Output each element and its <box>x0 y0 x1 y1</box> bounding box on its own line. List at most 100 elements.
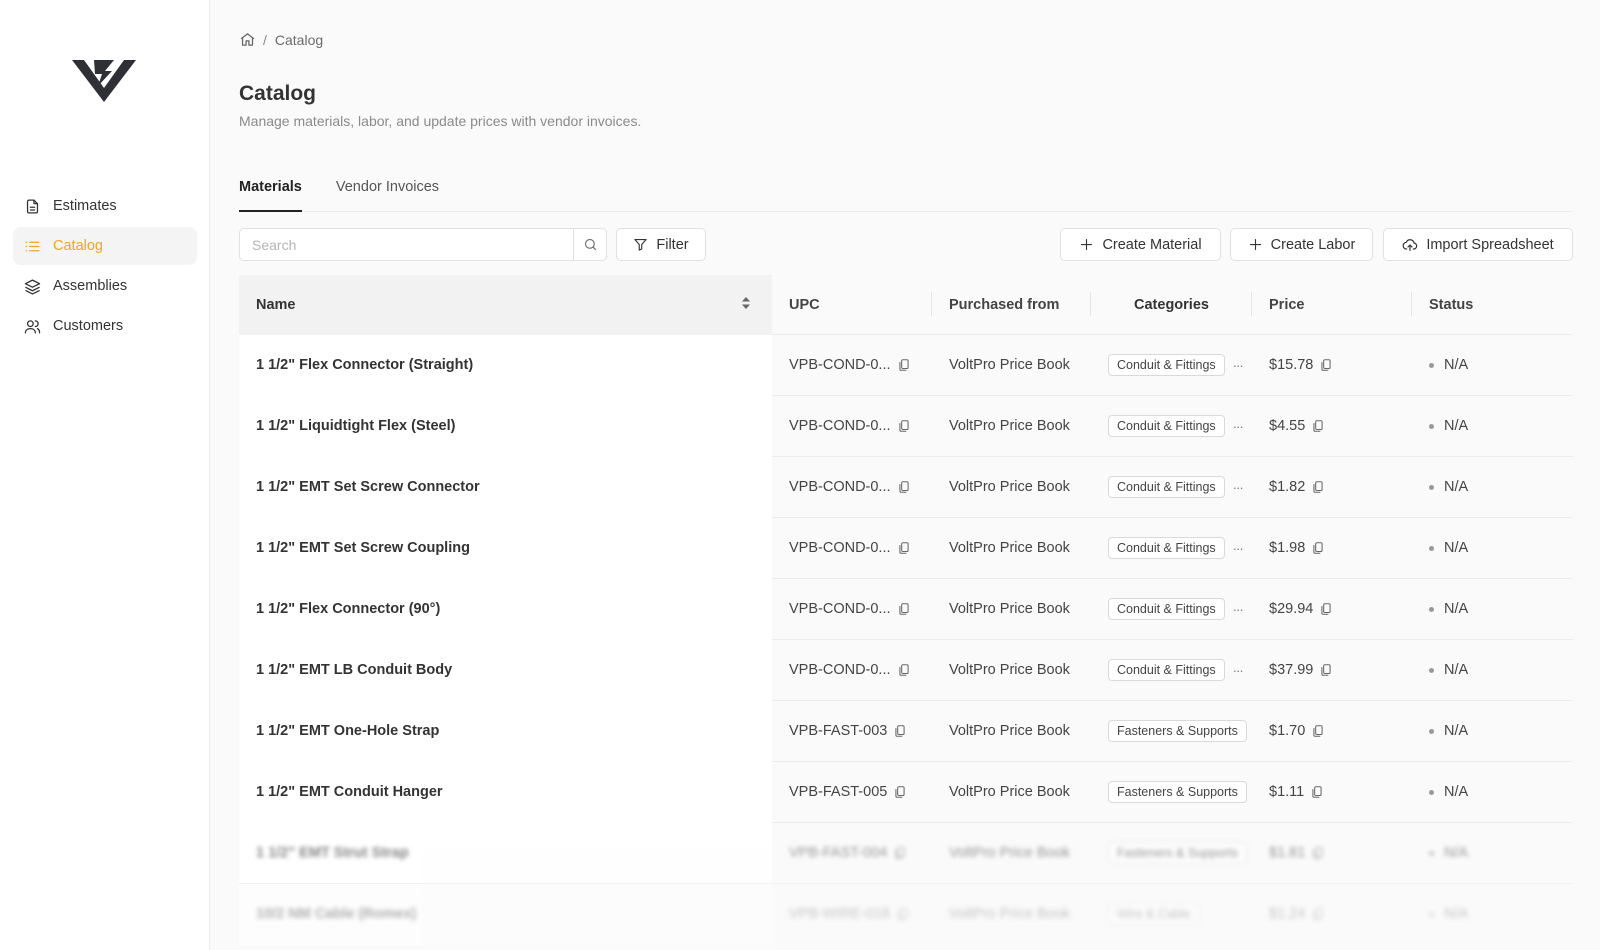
copy-icon[interactable] <box>1319 358 1333 372</box>
table-row[interactable]: 1 1/2" EMT One-Hole Strap VPB-FAST-003 V… <box>239 700 1573 762</box>
price-value: $4.55 <box>1269 418 1306 434</box>
sidebar-item-label: Catalog <box>53 238 103 254</box>
main-content: / Catalog Catalog Manage materials, labo… <box>211 0 1600 950</box>
copy-icon[interactable] <box>1311 907 1325 921</box>
plus-icon <box>1079 237 1094 252</box>
copy-icon[interactable] <box>897 419 911 433</box>
material-name[interactable]: 1 1/2" EMT Set Screw Coupling <box>256 540 470 556</box>
purchased-from-value: VoltPro Price Book <box>949 784 1070 800</box>
table-header: Name UPC Purchased from Categories Price… <box>239 274 1573 336</box>
copy-icon[interactable] <box>897 663 911 677</box>
material-name[interactable]: 1 1/2" EMT One-Hole Strap <box>256 723 439 739</box>
copy-icon[interactable] <box>896 907 910 921</box>
category-badge: Conduit & Fittings <box>1108 476 1225 498</box>
home-icon[interactable] <box>239 31 256 48</box>
more-categories-icon[interactable]: ··· <box>1233 663 1244 678</box>
tab-vendor-invoices[interactable]: Vendor Invoices <box>336 176 439 212</box>
purchased-from-value: VoltPro Price Book <box>949 662 1070 678</box>
column-header-price[interactable]: Price <box>1252 275 1412 336</box>
status-dot-icon <box>1429 484 1434 490</box>
sidebar-item-label: Estimates <box>53 198 117 214</box>
status-value: N/A <box>1444 357 1469 373</box>
copy-icon[interactable] <box>897 602 911 616</box>
purchased-from-value: VoltPro Price Book <box>949 906 1070 922</box>
status-value: N/A <box>1444 906 1469 922</box>
table-row[interactable]: 1 1/2" EMT Set Screw Coupling VPB-COND-0… <box>239 517 1573 579</box>
tab-materials[interactable]: Materials <box>239 176 302 212</box>
column-header-status[interactable]: Status <box>1412 275 1573 336</box>
copy-icon[interactable] <box>1310 785 1324 799</box>
material-name[interactable]: 1 1/2" Flex Connector (90°) <box>256 601 440 617</box>
create-labor-label: Create Labor <box>1270 236 1356 253</box>
status-value: N/A <box>1444 723 1469 739</box>
table-row[interactable]: 1 1/2" Flex Connector (Straight) VPB-CON… <box>239 334 1573 396</box>
column-header-name[interactable]: Name <box>239 274 772 336</box>
table-row[interactable]: 1 1/2" Flex Connector (90°) VPB-COND-0..… <box>239 578 1573 640</box>
category-badge: Fasteners & Supports <box>1108 720 1247 742</box>
price-value: $29.94 <box>1269 601 1314 617</box>
material-name[interactable]: 1 1/2" EMT Set Screw Connector <box>256 479 480 495</box>
create-material-button[interactable]: Create Material <box>1060 228 1221 261</box>
status-dot-icon <box>1429 423 1434 429</box>
copy-icon[interactable] <box>1319 663 1333 677</box>
more-categories-icon[interactable]: ··· <box>1233 602 1244 617</box>
material-name[interactable]: 1 1/2" EMT LB Conduit Body <box>256 662 452 678</box>
status-dot-icon <box>1429 606 1434 612</box>
material-name[interactable]: 1 1/2" EMT Conduit Hanger <box>256 784 443 800</box>
more-categories-icon[interactable]: ··· <box>1233 541 1244 556</box>
purchased-from-value: VoltPro Price Book <box>949 723 1070 739</box>
voltpro-logo[interactable] <box>72 60 136 104</box>
price-value: $15.78 <box>1269 357 1314 373</box>
filter-button[interactable]: Filter <box>616 228 706 261</box>
table-body: 1 1/2" Flex Connector (Straight) VPB-CON… <box>239 334 1573 945</box>
column-header-categories[interactable]: Categories <box>1091 275 1252 336</box>
status-dot-icon <box>1429 728 1434 734</box>
material-name[interactable]: 1 1/2" Liquidtight Flex (Steel) <box>256 418 455 434</box>
category-badge: Conduit & Fittings <box>1108 354 1225 376</box>
search-icon[interactable] <box>573 229 606 260</box>
sidebar-item-catalog[interactable]: Catalog <box>13 227 197 265</box>
status-value: N/A <box>1444 540 1469 556</box>
material-name[interactable]: 1 1/2" Flex Connector (Straight) <box>256 357 473 373</box>
table-row[interactable]: 1 1/2" EMT Strut Strap VPB-FAST-004 Volt… <box>239 822 1573 884</box>
copy-icon[interactable] <box>897 358 911 372</box>
search-input[interactable] <box>240 229 573 260</box>
purchased-from-value: VoltPro Price Book <box>949 845 1070 861</box>
table-row[interactable]: 1 1/2" EMT LB Conduit Body VPB-COND-0...… <box>239 639 1573 701</box>
status-value: N/A <box>1444 845 1469 861</box>
copy-icon[interactable] <box>893 846 907 860</box>
copy-icon[interactable] <box>1311 419 1325 433</box>
sort-icon[interactable] <box>741 296 751 314</box>
toolbar: Filter Create Material Create Labor Impo… <box>239 228 1573 262</box>
material-name[interactable]: 1 1/2" EMT Strut Strap <box>256 845 409 861</box>
breadcrumb-current[interactable]: Catalog <box>275 32 323 48</box>
copy-icon[interactable] <box>897 480 911 494</box>
copy-icon[interactable] <box>1311 846 1325 860</box>
copy-icon[interactable] <box>897 541 911 555</box>
material-name[interactable]: 10/2 NM Cable (Romex) <box>256 906 416 922</box>
more-categories-icon[interactable]: ··· <box>1233 419 1244 434</box>
table-row[interactable]: 10/2 NM Cable (Romex) VPB-WIRE-018 VoltP… <box>239 883 1573 945</box>
column-header-purchased-from[interactable]: Purchased from <box>932 275 1091 336</box>
copy-icon[interactable] <box>893 785 907 799</box>
more-categories-icon[interactable]: ··· <box>1233 358 1244 373</box>
upc-value: VPB-COND-0... <box>789 662 891 678</box>
more-categories-icon[interactable]: ··· <box>1233 480 1244 495</box>
create-labor-button[interactable]: Create Labor <box>1230 228 1373 261</box>
copy-icon[interactable] <box>893 724 907 738</box>
column-header-upc[interactable]: UPC <box>772 275 932 336</box>
copy-icon[interactable] <box>1311 541 1325 555</box>
copy-icon[interactable] <box>1311 724 1325 738</box>
import-spreadsheet-button[interactable]: Import Spreadsheet <box>1383 228 1573 261</box>
copy-icon[interactable] <box>1311 480 1325 494</box>
breadcrumb-separator: / <box>263 31 267 48</box>
sidebar-item-label: Customers <box>53 318 124 334</box>
table-row[interactable]: 1 1/2" Liquidtight Flex (Steel) VPB-COND… <box>239 395 1573 457</box>
sidebar-item-estimates[interactable]: Estimates <box>13 187 197 225</box>
upc-value: VPB-FAST-003 <box>789 723 888 739</box>
sidebar-item-assemblies[interactable]: Assemblies <box>13 267 197 305</box>
table-row[interactable]: 1 1/2" EMT Conduit Hanger VPB-FAST-005 V… <box>239 761 1573 823</box>
table-row[interactable]: 1 1/2" EMT Set Screw Connector VPB-COND-… <box>239 456 1573 518</box>
sidebar-item-customers[interactable]: Customers <box>13 307 197 345</box>
copy-icon[interactable] <box>1319 602 1333 616</box>
